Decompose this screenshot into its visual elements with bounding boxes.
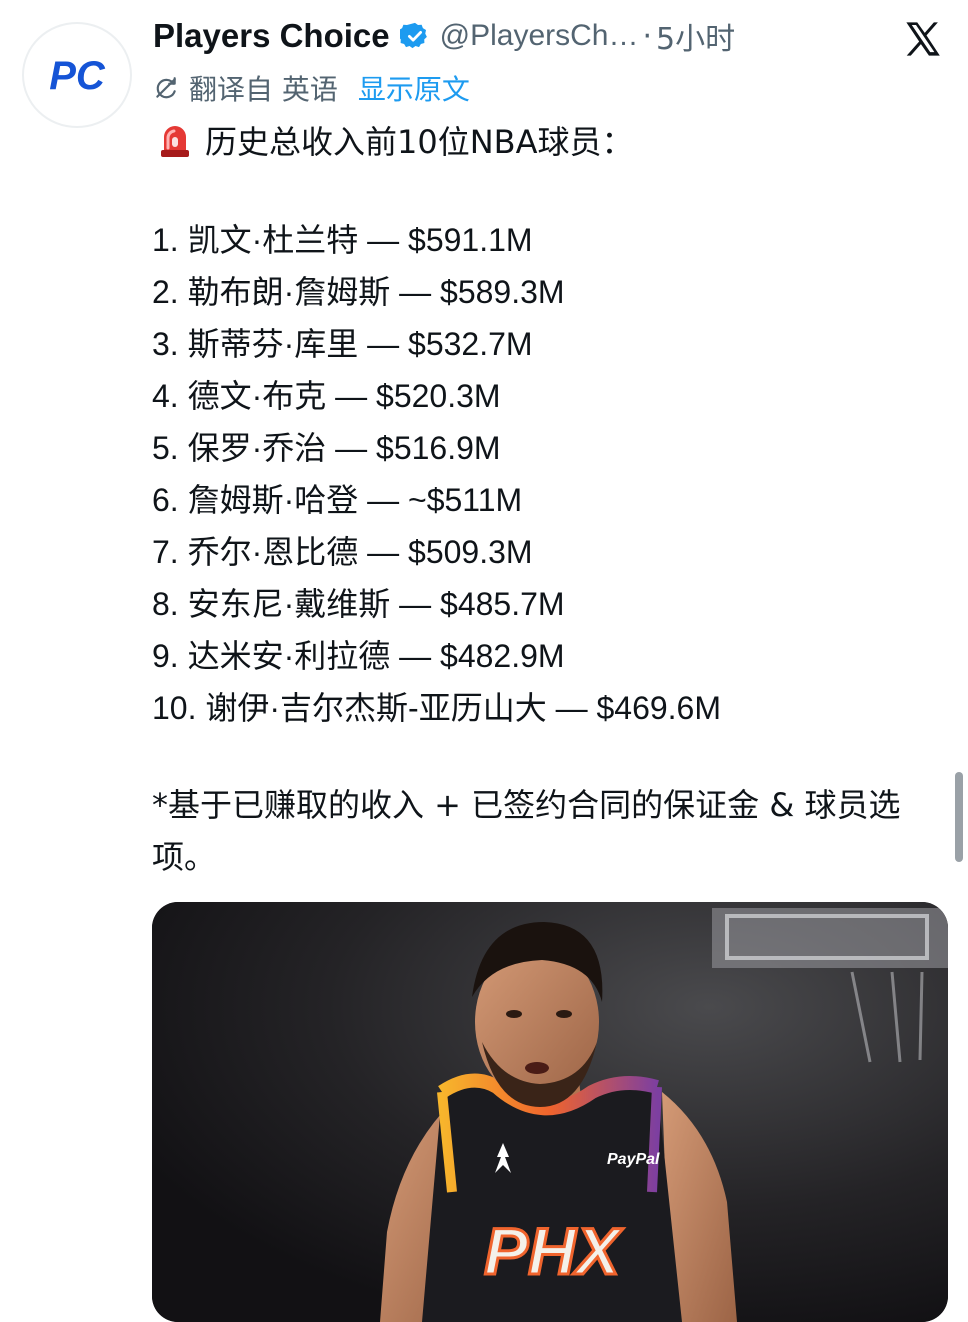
- separator-dot: ·: [642, 18, 653, 54]
- show-original-link[interactable]: 显示原文: [358, 68, 470, 108]
- tweet-headline: 历史总收入前10位NBA球员：: [155, 118, 634, 162]
- list-item: 3. 斯蒂芬·库里 — $532.7M: [152, 326, 533, 362]
- list-item: 6. 詹姆斯·哈登 — ~$511M: [152, 482, 523, 518]
- user-handle[interactable]: @PlayersCh…: [440, 19, 639, 53]
- ranking-list: 1. 凯文·杜兰特 — $591.1M 2. 勒布朗·詹姆斯 — $589.3M…: [152, 214, 721, 734]
- list-item: 1. 凯文·杜兰特 — $591.1M: [152, 222, 533, 258]
- svg-text:PC: PC: [49, 55, 106, 95]
- jersey-sponsor-text: PayPal: [607, 1151, 660, 1168]
- headline-text: 历史总收入前10位NBA球员：: [205, 123, 634, 161]
- display-name[interactable]: Players Choice: [153, 17, 390, 55]
- translation-bar: 翻译自 英语 显示原文: [153, 66, 470, 110]
- basketball-player-photo: PayPal PHX: [152, 902, 948, 1322]
- avatar[interactable]: PC: [22, 22, 132, 128]
- timestamp[interactable]: 5小时: [656, 14, 735, 58]
- list-item: 4. 德文·布克 — $520.3M: [152, 378, 501, 414]
- list-item: 8. 安东尼·戴维斯 — $485.7M: [152, 586, 565, 622]
- pc-logo-icon: PC: [49, 55, 106, 95]
- x-logo-icon: [902, 18, 944, 60]
- list-item: 10. 谢伊·吉尔杰斯-亚历山大 — $469.6M: [152, 690, 722, 726]
- tweet-media-image[interactable]: PayPal PHX: [152, 902, 948, 1322]
- siren-emoji-icon: [155, 120, 195, 160]
- scrollbar-thumb[interactable]: [955, 772, 963, 862]
- verified-badge-icon[interactable]: [399, 21, 430, 51]
- footnote: *基于已赚取的收入 + 已签约合同的保证金 & 球员选项。: [152, 786, 901, 876]
- list-item: 7. 乔尔·恩比德 — $509.3M: [152, 534, 533, 570]
- list-item: 9. 达米安·利拉德 — $482.9M: [152, 638, 565, 674]
- jersey-text: PHX: [484, 1214, 624, 1288]
- list-item: 5. 保罗·乔治 — $516.9M: [152, 430, 501, 466]
- tweet-header: Players Choice @PlayersCh… · 5小时: [153, 14, 735, 58]
- list-item: 2. 勒布朗·詹姆斯 — $589.3M: [152, 274, 565, 310]
- translate-icon: [153, 75, 179, 101]
- translated-from-label: 翻译自 英语: [189, 73, 338, 106]
